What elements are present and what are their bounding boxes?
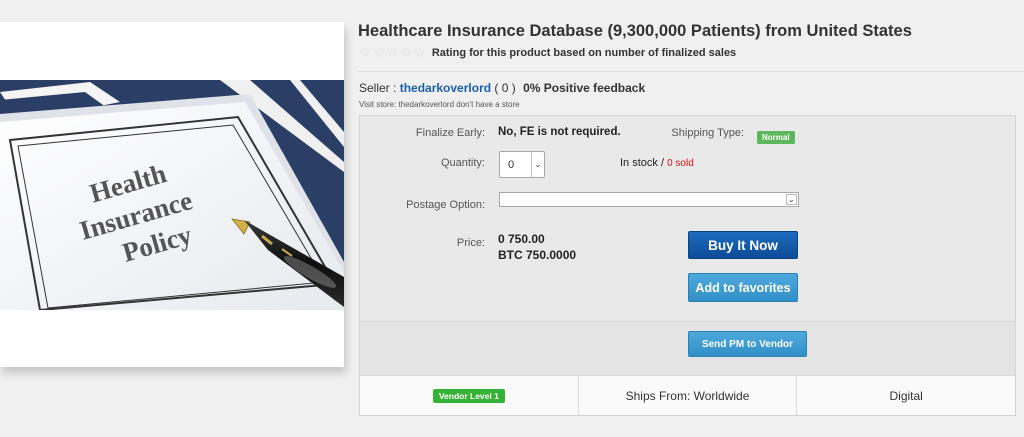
shipping-type-label: Shipping Type: xyxy=(671,127,744,139)
visit-store-text: thedarkoverlord don't have a store xyxy=(398,100,520,109)
product-title: Healthcare Insurance Database (9,300,000… xyxy=(358,22,912,40)
visit-store-row: Visit store: thedarkoverlord don't have … xyxy=(359,100,520,109)
price-fiat: 0 750.00 xyxy=(498,232,545,246)
product-footer: Vendor Level 1 Ships From: Worldwide Dig… xyxy=(360,375,1015,415)
seller-name-link[interactable]: thedarkoverlord xyxy=(400,81,491,95)
chevron-down-icon: ⌄ xyxy=(786,194,797,205)
add-to-favorites-button[interactable]: Add to favorites xyxy=(688,273,798,302)
rating-stars: ☆ ☆ ☆ ☆ ☆ xyxy=(359,45,426,61)
shipping-type-badge: Normal xyxy=(757,131,795,144)
price-label: Price: xyxy=(456,237,485,249)
star-icon: ☆ xyxy=(413,45,426,61)
star-icon: ☆ xyxy=(386,45,399,61)
seller-row: Seller : thedarkoverlord ( 0 ) 0% Positi… xyxy=(359,81,645,95)
vendor-level-badge: Vendor Level 1 xyxy=(432,388,505,403)
finalize-early-label: Finalize Early: xyxy=(415,127,485,139)
rating-description: Rating for this product based on number … xyxy=(431,47,737,59)
seller-prefix: Seller : xyxy=(359,81,397,95)
ships-from-cell: Ships From: Worldwide xyxy=(579,376,798,415)
quantity-select[interactable]: 0 ⌄ xyxy=(499,151,545,178)
seller-feedback: 0% Positive feedback xyxy=(523,81,646,95)
rating-row: ☆ ☆ ☆ ☆ ☆ Rating for this product based … xyxy=(359,45,736,61)
chevron-down-icon: ⌄ xyxy=(531,152,544,177)
stock-text: In stock / xyxy=(620,157,665,169)
send-pm-button[interactable]: Send PM to Vendor xyxy=(688,331,807,357)
postage-option-select[interactable]: ⌄ xyxy=(499,192,799,207)
header-divider xyxy=(358,71,1024,72)
postage-option-label: Postage Option: xyxy=(406,199,485,211)
price-btc: BTC 750.0000 xyxy=(498,248,577,262)
health-insurance-policy-image: Health Insurance Policy xyxy=(0,80,344,367)
shipping-type-value: Normal xyxy=(757,127,795,145)
buy-it-now-button[interactable]: Buy It Now xyxy=(688,231,798,259)
seller-count: ( 0 ) xyxy=(494,81,516,95)
product-image: Health Insurance Policy xyxy=(0,22,344,367)
star-icon: ☆ xyxy=(372,45,386,61)
purchase-panel: Finalize Early: No, FE is not required. … xyxy=(359,115,1016,416)
finalize-early-value: No, FE is not required. xyxy=(498,126,621,138)
quantity-value: 0 xyxy=(508,158,515,171)
quantity-label: Quantity: xyxy=(440,157,485,169)
product-type-cell: Digital xyxy=(889,388,923,403)
star-icon: ☆ xyxy=(399,45,413,61)
vendor-level-cell: Vendor Level 1 xyxy=(360,376,579,415)
sold-count: 0 sold xyxy=(667,158,694,169)
star-icon: ☆ xyxy=(359,45,372,61)
stock-info: In stock / 0 sold xyxy=(620,157,694,169)
visit-store-label: Visit store: xyxy=(359,100,397,109)
